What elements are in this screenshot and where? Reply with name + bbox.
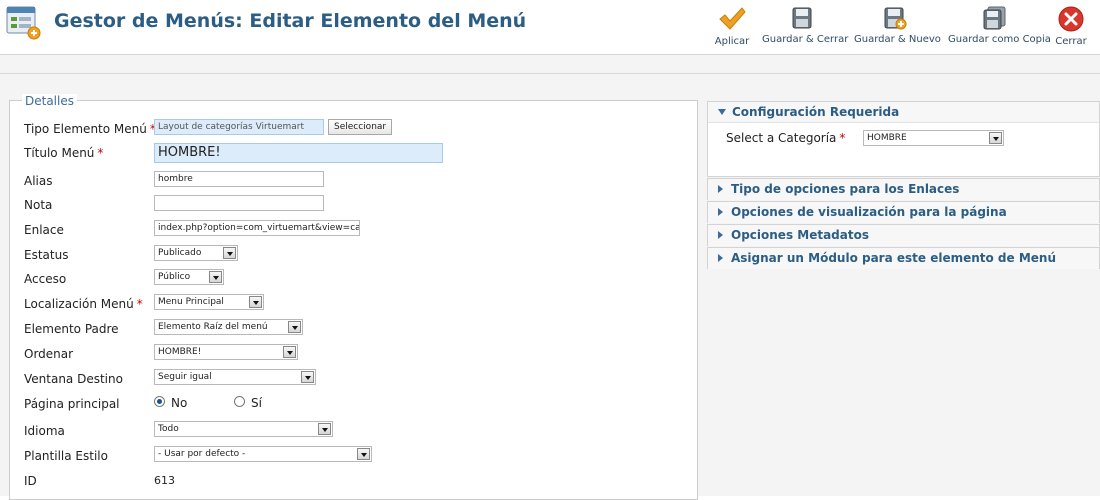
chevron-down-icon [209,271,222,283]
menu-title-input[interactable]: HOMBRE! [154,143,443,163]
field-menu-location: Localización Menú * Menu Principal [24,294,684,314]
save-copy-button[interactable]: Guardar como Copia [948,6,1051,50]
close-button[interactable]: Cerrar [1054,6,1088,50]
required-marker: * [136,297,143,311]
panel-metadata-options[interactable]: Opciones Metadatos [707,224,1100,246]
menu-location-select[interactable]: Menu Principal [154,294,264,310]
apply-button[interactable]: Aplicar [714,6,750,50]
field-language: Idioma Todo [24,421,684,441]
caret-down-icon [718,109,726,115]
chevron-down-icon [283,346,296,358]
menu-item-type-input: Layout de categorías Virtuemart [154,119,324,135]
panel-link-type-options[interactable]: Tipo de opciones para los Enlaces [707,178,1100,200]
message-strip [0,55,1100,74]
field-template-style: Plantilla Estilo - Usar por defecto - [24,446,684,466]
field-status: Estatus Publicado [24,245,684,265]
panel-page-display-options[interactable]: Opciones de visualización para la página [707,201,1100,223]
checkmark-icon [719,7,746,30]
panel-page-display-options-header[interactable]: Opciones de visualización para la página [708,202,1099,223]
floppy-disk-copy-icon [983,6,1006,30]
field-ordering: Ordenar HOMBRE! [24,344,684,364]
panel-module-assignment[interactable]: Asignar un Módulo para este elemento de … [707,247,1100,269]
required-marker: * [839,131,846,145]
chevron-down-icon [288,321,301,333]
save-close-button[interactable]: Guardar & Cerrar [762,6,848,50]
floppy-disk-icon [792,7,812,29]
field-home-page: Página principal No Sí [24,396,262,411]
chevron-down-icon [357,448,370,460]
caret-right-icon [718,254,723,262]
access-select[interactable]: Público [154,269,224,285]
field-menu-title: Título Menú * HOMBRE! [24,143,684,163]
caret-right-icon [718,231,723,239]
caret-right-icon [718,185,723,193]
chevron-down-icon [989,132,1002,144]
main-area: Detalles Tipo Elemento Menú * Layout de c… [0,74,1100,500]
id-value: 613 [154,474,175,487]
required-marker: * [97,146,104,160]
status-select[interactable]: Publicado [154,245,238,261]
template-style-select[interactable]: - Usar por defecto - [154,446,372,462]
chevron-down-icon [318,423,331,435]
field-alias: Alias hombre [24,171,684,191]
panel-required-settings: Configuración Requerida Select a Categor… [707,101,1100,177]
select-type-button[interactable]: Seleccionar [328,119,393,135]
note-input[interactable] [154,195,324,211]
field-link: Enlace index.php?option=com_virtuemart&v… [24,220,684,240]
menu-manager-icon [6,6,41,40]
details-fieldset: Detalles Tipo Elemento Menú * Layout de c… [9,94,698,500]
field-id: ID 613 [24,474,175,488]
field-target-window: Ventana Destino Seguir igual [24,369,684,389]
chevron-down-icon [223,247,236,259]
ordering-select[interactable]: HOMBRE! [154,344,298,360]
details-legend: Detalles [22,94,77,108]
close-icon [1058,6,1084,32]
chevron-down-icon [301,371,314,383]
panel-module-assignment-header[interactable]: Asignar un Módulo para este elemento de … [708,248,1099,269]
category-select[interactable]: HOMBRE [863,130,1004,146]
link-input[interactable]: index.php?option=com_virtuemart&view=cat… [154,220,360,236]
save-new-button[interactable]: Guardar & Nuevo [854,6,941,50]
field-access: Acceso Público [24,269,684,289]
header-toolbar: Gestor de Menús: Editar Elemento del Men… [0,0,1100,55]
field-menu-item-type: Tipo Elemento Menú * Layout de categorías… [24,119,684,139]
field-parent-item: Elemento Padre Elemento Raíz del menú [24,319,684,339]
panel-metadata-options-header[interactable]: Opciones Metadatos [708,225,1099,246]
chevron-down-icon [249,296,262,308]
target-window-select[interactable]: Seguir igual [154,369,316,385]
floppy-disk-plus-icon [884,7,907,30]
caret-right-icon [718,208,723,216]
panel-link-type-options-header[interactable]: Tipo de opciones para los Enlaces [708,179,1099,200]
home-page-yes-radio[interactable] [234,396,245,407]
home-page-no-radio[interactable] [154,396,165,407]
alias-input[interactable]: hombre [154,171,324,187]
panel-required-settings-header[interactable]: Configuración Requerida [708,102,1099,123]
parent-item-select[interactable]: Elemento Raíz del menú [154,319,303,335]
field-note: Nota [24,195,684,215]
language-select[interactable]: Todo [154,421,333,437]
page-title: Gestor de Menús: Editar Elemento del Men… [54,10,527,32]
